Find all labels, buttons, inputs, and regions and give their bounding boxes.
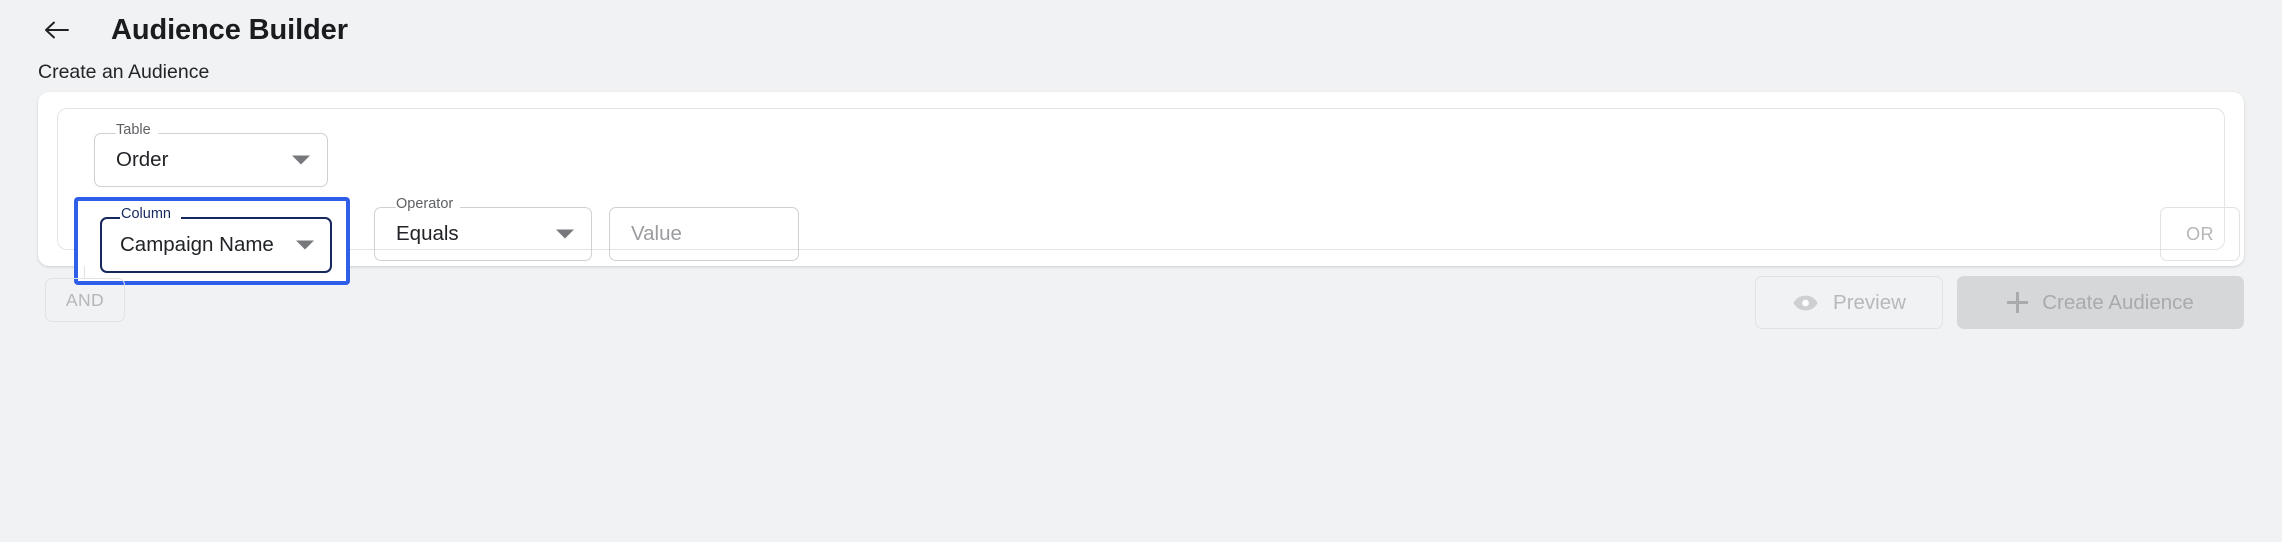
table-select[interactable]: Table Order: [94, 123, 328, 187]
operator-select-label: Operator: [396, 196, 454, 212]
page-header: Audience Builder: [0, 0, 2282, 46]
and-button[interactable]: AND: [45, 278, 125, 322]
table-select-value: Order: [116, 147, 169, 171]
operator-select[interactable]: Operator Equals: [374, 197, 592, 261]
create-audience-button[interactable]: Create Audience: [1957, 276, 2244, 329]
operator-select-value: Equals: [396, 221, 459, 245]
chevron-down-icon: [292, 155, 310, 165]
footer-actions: Preview Create Audience: [1755, 276, 2244, 329]
preview-button[interactable]: Preview: [1755, 276, 1943, 329]
value-input-placeholder: Value: [631, 221, 682, 245]
condition-group: Table Order Column Campaign Name Operato…: [57, 108, 2240, 285]
column-select[interactable]: Column Campaign Name: [100, 207, 332, 273]
table-select-label: Table: [116, 122, 151, 138]
page-subtitle: Create an Audience: [38, 61, 210, 83]
page-title: Audience Builder: [111, 13, 348, 46]
column-select-value: Campaign Name: [120, 232, 274, 256]
preview-button-label: Preview: [1833, 290, 1906, 314]
chevron-down-icon: [296, 240, 314, 250]
arrow-left-icon: [44, 20, 70, 40]
audience-builder-card: Table Order Column Campaign Name Operato…: [38, 92, 2244, 285]
eye-icon: [1792, 293, 1819, 313]
and-connector-line: [84, 266, 85, 278]
back-button[interactable]: [40, 13, 74, 47]
value-input-wrapper[interactable]: Value: [609, 207, 799, 261]
plus-icon: [2007, 292, 2029, 313]
chevron-down-icon: [556, 229, 574, 239]
column-select-focus-ring: Column Campaign Name: [74, 197, 350, 285]
column-select-label: Column: [121, 206, 171, 222]
create-audience-button-label: Create Audience: [2042, 290, 2194, 314]
or-button[interactable]: OR: [2160, 207, 2240, 261]
